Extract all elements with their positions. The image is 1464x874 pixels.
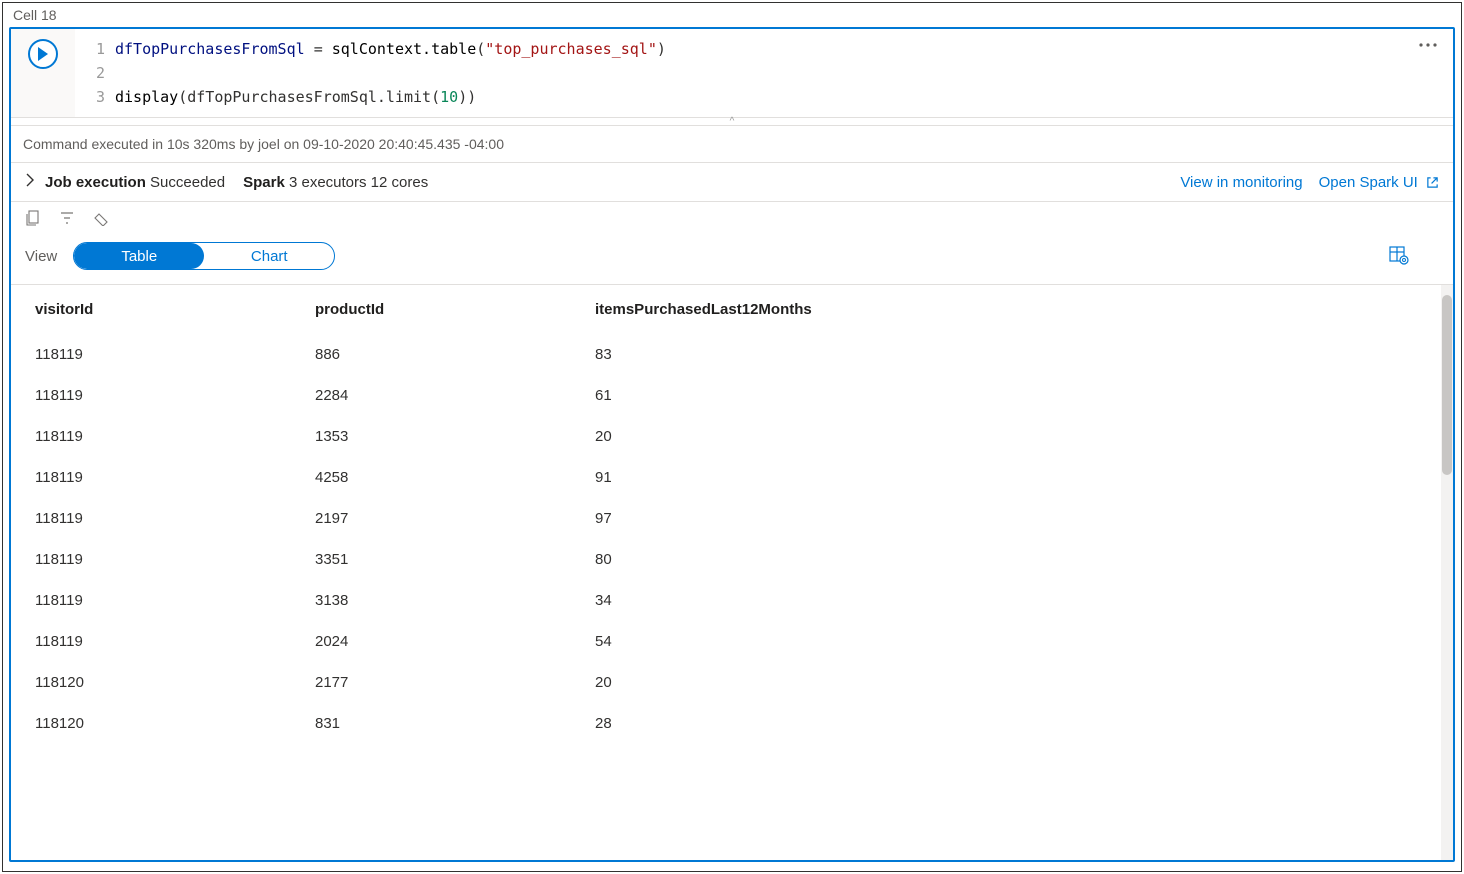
table-cell: 2284 — [305, 375, 585, 416]
table-cell: 61 — [585, 375, 1439, 416]
table-row[interactable]: 118119425891 — [25, 457, 1439, 498]
output-toolbar — [11, 202, 1453, 230]
execution-status: Command executed in 10s 320ms by joel on… — [11, 126, 1453, 163]
table-cell: 118119 — [25, 539, 305, 580]
job-execution-row: Job execution Succeeded Spark 3 executor… — [11, 163, 1453, 202]
cell-label: Cell 18 — [3, 3, 1461, 27]
col-header[interactable]: itemsPurchasedLast12Months — [585, 285, 1439, 334]
table-cell: 118119 — [25, 580, 305, 621]
table-cell: 54 — [585, 621, 1439, 662]
line-number: 1 — [75, 37, 105, 61]
table-cell: 1353 — [305, 416, 585, 457]
table-row[interactable]: 11811988683 — [25, 334, 1439, 375]
table-row[interactable]: 11812083128 — [25, 703, 1439, 744]
notebook-cell-container: Cell 18 1 2 3 dfTopPurchasesFromSql = sq… — [2, 2, 1462, 872]
table-cell: 118119 — [25, 621, 305, 662]
open-spark-ui-link[interactable]: Open Spark UI — [1319, 174, 1439, 191]
tab-chart[interactable]: Chart — [204, 243, 334, 269]
view-label: View — [25, 248, 57, 265]
spark-detail: 3 executors 12 cores — [289, 174, 428, 191]
job-exec-label: Job execution — [45, 174, 146, 191]
chevron-right-icon — [25, 173, 35, 187]
table-row[interactable]: 118120217720 — [25, 662, 1439, 703]
table-cell: 97 — [585, 498, 1439, 539]
table-cell: 80 — [585, 539, 1439, 580]
filter-icon[interactable] — [59, 210, 75, 230]
table-cell: 118119 — [25, 416, 305, 457]
resize-handle[interactable]: ^ — [11, 118, 1453, 126]
table-cell: 20 — [585, 416, 1439, 457]
col-header[interactable]: visitorId — [25, 285, 305, 334]
table-cell: 4258 — [305, 457, 585, 498]
view-monitoring-link[interactable]: View in monitoring — [1180, 174, 1302, 191]
job-exec-status: Succeeded — [150, 174, 225, 191]
code-editor[interactable]: dfTopPurchasesFromSql = sqlContext.table… — [115, 29, 1403, 117]
more-icon — [1419, 43, 1437, 47]
table-header-row: visitorId productId itemsPurchasedLast12… — [25, 285, 1439, 334]
settings-table-icon — [1389, 245, 1409, 265]
cell-menu-button[interactable] — [1403, 29, 1453, 117]
table-row[interactable]: 118119202454 — [25, 621, 1439, 662]
clear-icon[interactable] — [93, 210, 109, 230]
run-column — [11, 29, 75, 117]
table-row[interactable]: 118119313834 — [25, 580, 1439, 621]
table-options-button[interactable] — [1389, 245, 1409, 268]
cell: 1 2 3 dfTopPurchasesFromSql = sqlContext… — [9, 27, 1455, 862]
external-link-icon — [1426, 176, 1439, 189]
table-cell: 3138 — [305, 580, 585, 621]
table-cell: 20 — [585, 662, 1439, 703]
table-cell: 118119 — [25, 334, 305, 375]
view-toggle: Table Chart — [73, 242, 335, 270]
results-table: visitorId productId itemsPurchasedLast12… — [25, 285, 1439, 744]
tab-table[interactable]: Table — [74, 243, 204, 269]
table-cell: 118120 — [25, 703, 305, 744]
table-row[interactable]: 118119219797 — [25, 498, 1439, 539]
line-number: 2 — [75, 61, 105, 85]
table-cell: 118119 — [25, 498, 305, 539]
spark-label: Spark — [243, 174, 285, 191]
run-button[interactable] — [28, 39, 58, 69]
play-icon — [37, 47, 49, 61]
col-header[interactable]: productId — [305, 285, 585, 334]
table-wrap: visitorId productId itemsPurchasedLast12… — [11, 285, 1453, 860]
line-number: 3 — [75, 85, 105, 109]
table-cell: 91 — [585, 457, 1439, 498]
copy-icon[interactable] — [25, 210, 41, 230]
table-cell: 831 — [305, 703, 585, 744]
scrollbar-thumb[interactable] — [1442, 295, 1452, 475]
table-cell: 83 — [585, 334, 1439, 375]
table-cell: 886 — [305, 334, 585, 375]
expand-button[interactable] — [25, 173, 35, 191]
table-row[interactable]: 118119228461 — [25, 375, 1439, 416]
table-cell: 118119 — [25, 375, 305, 416]
table-row[interactable]: 118119135320 — [25, 416, 1439, 457]
table-cell: 2024 — [305, 621, 585, 662]
table-cell: 118119 — [25, 457, 305, 498]
table-cell: 2197 — [305, 498, 585, 539]
table-cell: 3351 — [305, 539, 585, 580]
table-cell: 34 — [585, 580, 1439, 621]
table-row[interactable]: 118119335180 — [25, 539, 1439, 580]
code-row: 1 2 3 dfTopPurchasesFromSql = sqlContext… — [11, 29, 1453, 118]
vertical-scrollbar[interactable] — [1441, 285, 1453, 860]
table-cell: 118120 — [25, 662, 305, 703]
line-gutter: 1 2 3 — [75, 29, 115, 117]
table-cell: 28 — [585, 703, 1439, 744]
view-toggle-row: View Table Chart — [11, 230, 1453, 285]
table-cell: 2177 — [305, 662, 585, 703]
